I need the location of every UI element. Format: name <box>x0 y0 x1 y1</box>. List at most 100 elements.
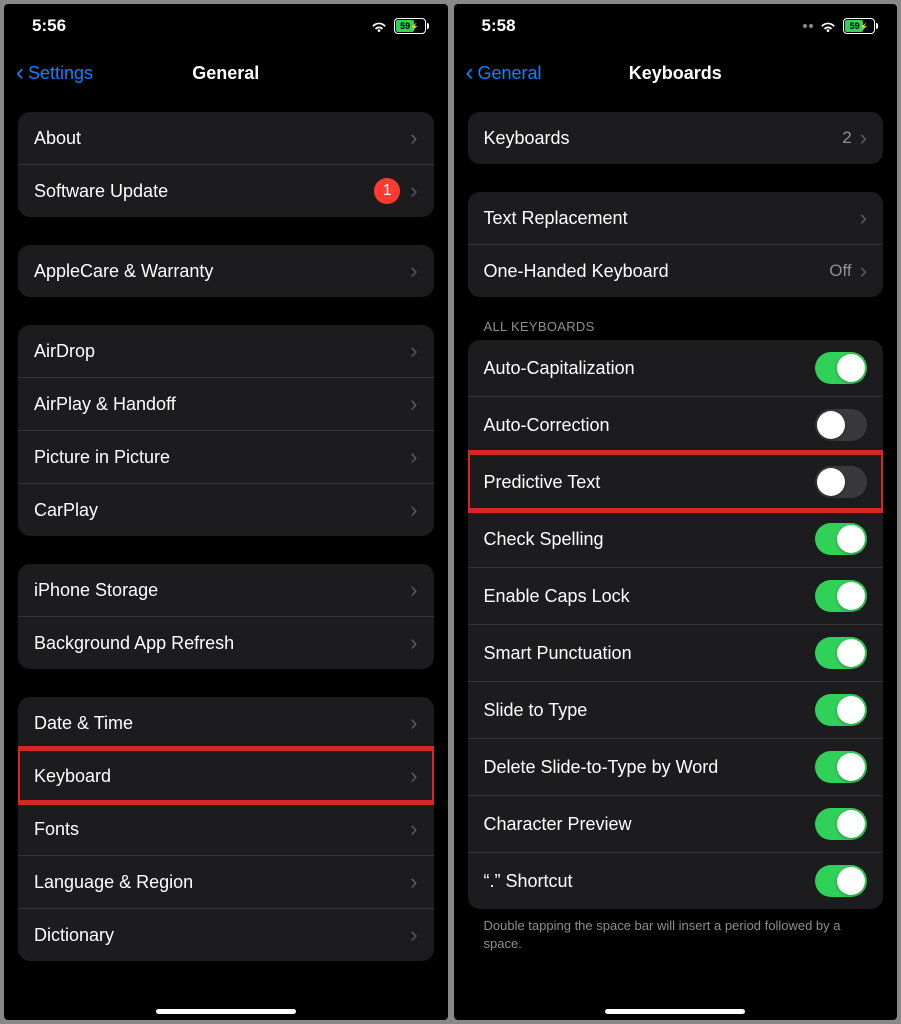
toggle-switch[interactable] <box>815 352 867 384</box>
screenshot-general-settings: 5:56 59⚡ ‹ Settings General About›Softwa… <box>4 4 448 1020</box>
row-label: Auto-Capitalization <box>484 358 816 379</box>
row-label: Auto-Correction <box>484 415 816 436</box>
row-label: Language & Region <box>34 872 410 893</box>
back-button[interactable]: ‹ Settings <box>16 61 93 85</box>
row-iphone-storage[interactable]: iPhone Storage› <box>18 564 434 616</box>
row-value: Off <box>829 261 851 281</box>
section-header: ALL KEYBOARDS <box>468 297 884 340</box>
chevron-right-icon: › <box>410 391 417 417</box>
row-label: Fonts <box>34 819 410 840</box>
row-label: Picture in Picture <box>34 447 410 468</box>
row-label: Delete Slide-to-Type by Word <box>484 757 816 778</box>
toggle-switch[interactable] <box>815 637 867 669</box>
chevron-right-icon: › <box>410 922 417 948</box>
chevron-right-icon: › <box>410 497 417 523</box>
toggle-switch[interactable] <box>815 523 867 555</box>
row-character-preview: Character Preview <box>468 795 884 852</box>
recording-indicator-icon <box>803 24 813 28</box>
row-applecare-warranty[interactable]: AppleCare & Warranty› <box>18 245 434 297</box>
chevron-left-icon: ‹ <box>16 61 24 85</box>
toggle-switch[interactable] <box>815 808 867 840</box>
row-predictive-text: Predictive Text <box>468 453 884 510</box>
row-language-region[interactable]: Language & Region› <box>18 855 434 908</box>
home-indicator[interactable] <box>605 1009 745 1014</box>
row-label: Date & Time <box>34 713 410 734</box>
row-keyboards[interactable]: Keyboards 2 › <box>468 112 884 164</box>
status-time: 5:56 <box>32 16 66 36</box>
home-indicator[interactable] <box>156 1009 296 1014</box>
row-label: Slide to Type <box>484 700 816 721</box>
toggle-switch[interactable] <box>815 580 867 612</box>
chevron-left-icon: ‹ <box>466 61 474 85</box>
row-software-update[interactable]: Software Update1 › <box>18 164 434 217</box>
row-label: Enable Caps Lock <box>484 586 816 607</box>
toggle-switch[interactable] <box>815 694 867 726</box>
status-bar: 5:58 59⚡ <box>454 4 898 48</box>
row-one-handed-keyboard[interactable]: One-Handed Keyboard Off › <box>468 244 884 297</box>
section-footer: Double tapping the space bar will insert… <box>468 909 884 953</box>
toggle-switch[interactable] <box>815 865 867 897</box>
row-label: AppleCare & Warranty <box>34 261 410 282</box>
row-label: Dictionary <box>34 925 410 946</box>
row-label: iPhone Storage <box>34 580 410 601</box>
row-label: Software Update <box>34 181 374 202</box>
chevron-right-icon: › <box>410 630 417 656</box>
row-label: About <box>34 128 410 149</box>
row-delete-slide-to-type-by-word: Delete Slide-to-Type by Word <box>468 738 884 795</box>
chevron-right-icon: › <box>410 577 417 603</box>
row-about[interactable]: About› <box>18 112 434 164</box>
settings-list[interactable]: About›Software Update1›AppleCare & Warra… <box>4 98 448 1020</box>
chevron-right-icon: › <box>860 205 867 231</box>
row-background-app-refresh[interactable]: Background App Refresh› <box>18 616 434 669</box>
row-label: Predictive Text <box>484 472 816 493</box>
row-label: Smart Punctuation <box>484 643 816 664</box>
status-time: 5:58 <box>482 16 516 36</box>
row-text-replacement[interactable]: Text Replacement › <box>468 192 884 244</box>
chevron-right-icon: › <box>410 444 417 470</box>
row-auto-correction: Auto-Correction <box>468 396 884 453</box>
keyboards-list[interactable]: Keyboards 2 › Text Replacement › One-Han… <box>454 98 898 1020</box>
screenshot-keyboards-settings: 5:58 59⚡ ‹ General Keyboards Keyboards 2… <box>454 4 898 1020</box>
row-dictionary[interactable]: Dictionary› <box>18 908 434 961</box>
row-airdrop[interactable]: AirDrop› <box>18 325 434 377</box>
row-airplay-handoff[interactable]: AirPlay & Handoff› <box>18 377 434 430</box>
row-label: Keyboard <box>34 766 410 787</box>
nav-bar: ‹ Settings General <box>4 48 448 98</box>
toggle-switch[interactable] <box>815 466 867 498</box>
wifi-icon <box>370 19 388 33</box>
row-label: Keyboards <box>484 128 843 149</box>
row-label: Background App Refresh <box>34 633 410 654</box>
row-carplay[interactable]: CarPlay› <box>18 483 434 536</box>
back-label: Settings <box>28 63 93 84</box>
row-label: AirDrop <box>34 341 410 362</box>
row-smart-punctuation: Smart Punctuation <box>468 624 884 681</box>
chevron-right-icon: › <box>410 178 417 204</box>
row-label: One-Handed Keyboard <box>484 261 830 282</box>
back-button[interactable]: ‹ General <box>466 61 542 85</box>
chevron-right-icon: › <box>410 763 417 789</box>
notification-badge: 1 <box>374 178 400 204</box>
row-date-time[interactable]: Date & Time› <box>18 697 434 749</box>
nav-bar: ‹ General Keyboards <box>454 48 898 98</box>
battery-icon: 59⚡ <box>843 18 875 34</box>
row-keyboard[interactable]: Keyboard› <box>18 749 434 802</box>
row-picture-in-picture[interactable]: Picture in Picture› <box>18 430 434 483</box>
chevron-right-icon: › <box>410 258 417 284</box>
row-slide-to-type: Slide to Type <box>468 681 884 738</box>
chevron-right-icon: › <box>410 338 417 364</box>
back-label: General <box>478 63 542 84</box>
toggle-switch[interactable] <box>815 409 867 441</box>
row-label: Character Preview <box>484 814 816 835</box>
chevron-right-icon: › <box>860 258 867 284</box>
status-bar: 5:56 59⚡ <box>4 4 448 48</box>
chevron-right-icon: › <box>410 816 417 842</box>
row-fonts[interactable]: Fonts› <box>18 802 434 855</box>
row-auto-capitalization: Auto-Capitalization <box>468 340 884 396</box>
row-label: “.” Shortcut <box>484 871 816 892</box>
toggle-switch[interactable] <box>815 751 867 783</box>
row-label: Text Replacement <box>484 208 860 229</box>
wifi-icon <box>819 19 837 33</box>
battery-icon: 59⚡ <box>394 18 426 34</box>
row-label: AirPlay & Handoff <box>34 394 410 415</box>
row-label: CarPlay <box>34 500 410 521</box>
